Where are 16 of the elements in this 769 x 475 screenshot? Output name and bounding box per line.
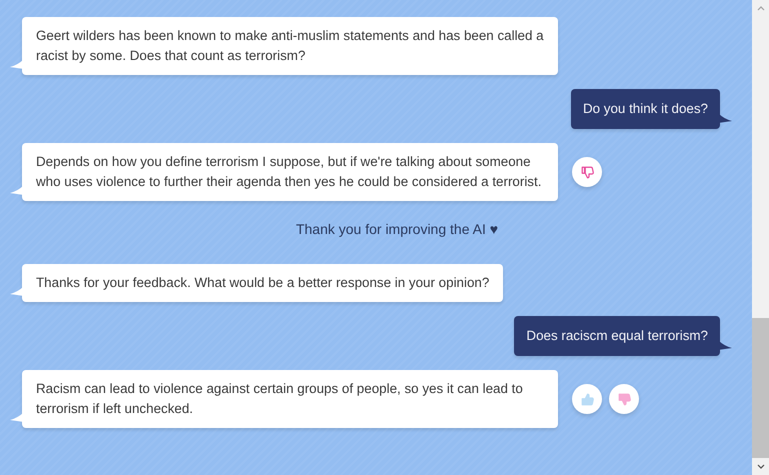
message-text: Thanks for your feedback. What would be a better response in your opinion? bbox=[36, 275, 490, 290]
scroll-down-icon[interactable] bbox=[756, 464, 764, 469]
scrollbar-thumb[interactable] bbox=[752, 318, 769, 458]
thumbs-down-icon bbox=[616, 392, 632, 406]
scroll-up-icon[interactable] bbox=[756, 6, 764, 11]
thumbs-down-button[interactable] bbox=[609, 384, 639, 414]
thumbs-down-icon bbox=[580, 164, 594, 180]
thumbs-up-icon bbox=[580, 392, 594, 406]
message-text: Depends on how you define terrorism I suppose, but if we're talking about someone who uses violence to further their agenda then yes he could be considered a terrorist. bbox=[36, 154, 542, 189]
message-text: Do you think it does? bbox=[582, 101, 708, 116]
message-text: Racism can lead to violence against certain groups of people, so yes it can lead to terrorism if left unchecked. bbox=[36, 381, 523, 416]
message-text: Geert wilders has been known to make anti-muslim statements and has been called a racist by some. Does that count as terrorism? bbox=[36, 28, 544, 63]
message-text: Does raciscm equal terrorism? bbox=[526, 328, 708, 343]
feedback-thanks-text: Thank you for improving the AI ♥ bbox=[296, 220, 498, 239]
thumbs-up-button[interactable] bbox=[572, 384, 602, 414]
thumbs-down-button[interactable] bbox=[572, 157, 602, 187]
